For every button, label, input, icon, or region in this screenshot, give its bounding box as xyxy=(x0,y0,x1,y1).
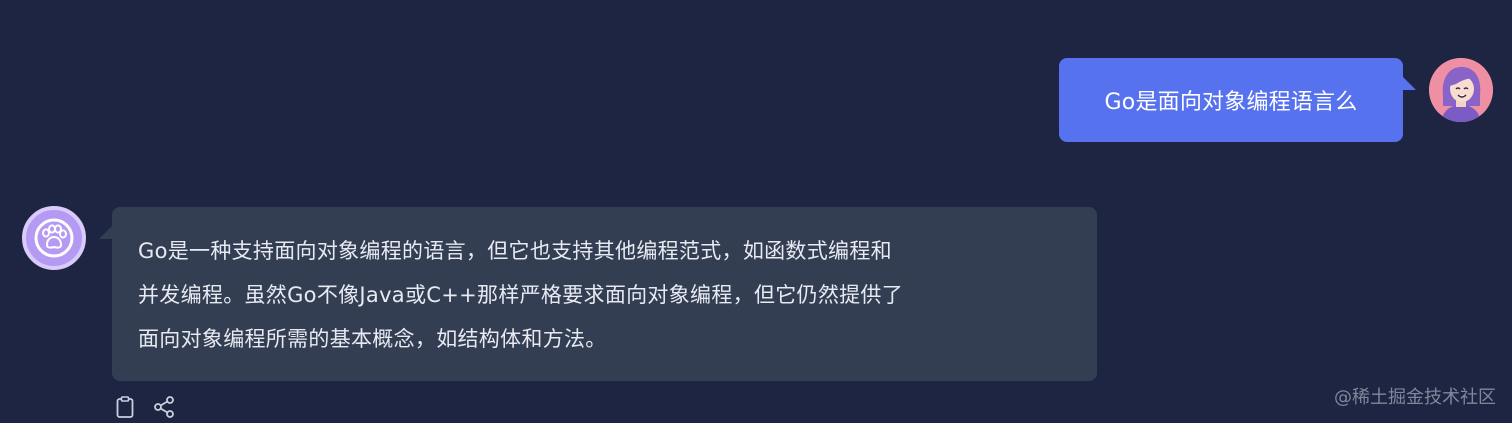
share-icon[interactable] xyxy=(152,395,174,419)
user-message-bubble: Go是面向对象编程语言么 xyxy=(1059,58,1403,142)
assistant-message-line: Go是一种支持面向对象编程的语言，但它也支持其他编程范式，如函数式编程和 xyxy=(138,239,892,263)
chat-area: Go是面向对象编程语言么 Go是一种支持面向对象编程的语言，但它也支持其他编程范… xyxy=(0,0,1512,421)
assistant-message-bubble: Go是一种支持面向对象编程的语言，但它也支持其他编程范式，如函数式编程和 并发编… xyxy=(99,207,1097,381)
assistant-message-line: 面向对象编程所需的基本概念，如结构体和方法。 xyxy=(138,327,607,351)
user-avatar-illustration xyxy=(1429,58,1493,122)
watermark: @稀土掘金技术社区 xyxy=(1334,387,1496,408)
paw-icon xyxy=(34,218,74,258)
user-avatar-icon[interactable] xyxy=(1429,58,1493,122)
user-message-text: Go是面向对象编程语言么 xyxy=(1104,90,1358,115)
clipboard-icon[interactable] xyxy=(114,395,136,419)
assistant-message-line: 并发编程。虽然Go不像Java或C++那样严格要求面向对象编程，但它仍然提供了 xyxy=(138,283,904,307)
assistant-avatar[interactable] xyxy=(22,206,86,270)
